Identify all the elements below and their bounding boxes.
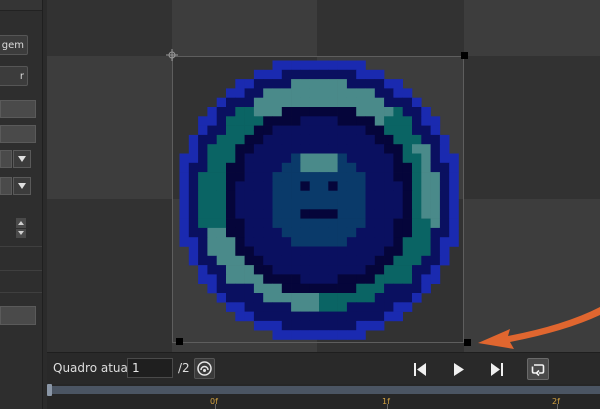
animation-timeline[interactable]: 0f 1f 2f: [47, 384, 600, 409]
left-panel-select-2[interactable]: [0, 177, 12, 195]
current-frame-input[interactable]: [127, 358, 173, 378]
loop-icon: [531, 364, 545, 376]
left-panel-field-3[interactable]: [0, 306, 36, 325]
timeline-playhead[interactable]: [47, 384, 52, 396]
sprite-frame-bounds: [172, 56, 464, 343]
pivot-icon[interactable]: [166, 49, 178, 61]
chevron-down-icon[interactable]: [13, 150, 31, 168]
onion-skin-button[interactable]: [194, 358, 215, 379]
resize-handle-bottom-left[interactable]: [176, 338, 183, 345]
onion-skin-icon: [197, 361, 212, 376]
first-frame-button[interactable]: [410, 359, 430, 379]
skip-to-start-icon: [414, 362, 426, 376]
timeline-tick-label: 0f: [210, 397, 218, 406]
left-panel-field-2[interactable]: [0, 125, 36, 143]
divider: [0, 246, 42, 247]
spinner-down-icon[interactable]: [16, 228, 26, 238]
left-properties-panel: gem r: [0, 0, 43, 409]
chevron-down-icon[interactable]: [13, 177, 31, 195]
play-button[interactable]: [449, 359, 469, 379]
timeline-tick: [557, 404, 558, 409]
left-panel-button-2[interactable]: r: [0, 66, 28, 86]
left-panel-field-1[interactable]: [0, 100, 36, 118]
timeline-track[interactable]: [47, 386, 600, 394]
current-frame-label: Quadro atual:: [53, 361, 136, 375]
resize-handle-top-right[interactable]: [461, 52, 468, 59]
sprite-canvas-viewport[interactable]: [47, 0, 600, 352]
loop-toggle-button[interactable]: [527, 358, 549, 380]
spinner-up-icon[interactable]: [16, 218, 26, 228]
timeline-tick-label: 2f: [552, 397, 560, 406]
animation-controls-bar: Quadro atual: /2: [47, 352, 600, 385]
frame-total-label: /2: [178, 361, 190, 375]
number-spinner[interactable]: [16, 218, 26, 238]
divider: [0, 270, 42, 271]
resize-handle-bottom-right[interactable]: [464, 339, 471, 346]
last-frame-button[interactable]: [487, 359, 507, 379]
play-icon: [454, 362, 464, 376]
left-panel-select-1[interactable]: [0, 150, 12, 168]
left-panel-header: [0, 0, 42, 11]
left-panel-button-1[interactable]: gem: [0, 35, 28, 55]
timeline-tick: [387, 404, 388, 409]
timeline-tick-label: 1f: [382, 397, 390, 406]
timeline-tick: [215, 404, 216, 409]
skip-to-end-icon: [491, 362, 503, 376]
divider: [0, 292, 42, 293]
